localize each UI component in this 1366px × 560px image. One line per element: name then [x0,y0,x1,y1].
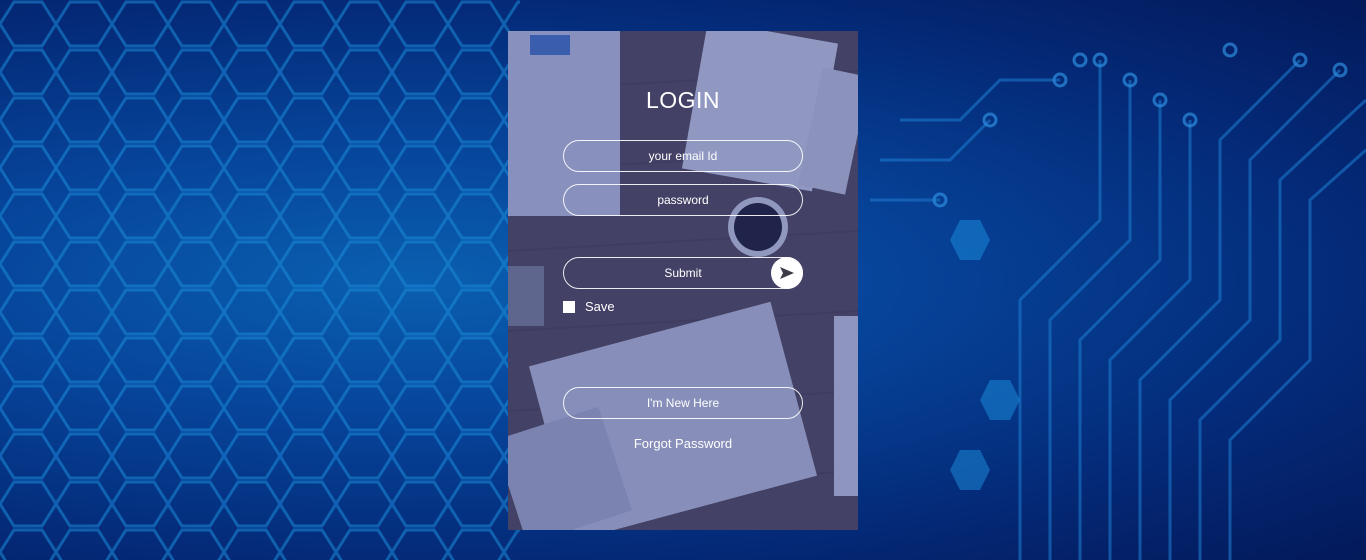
new-here-button[interactable]: I'm New Here [563,387,803,419]
new-here-label: I'm New Here [646,396,720,410]
submit-label: Submit [664,266,702,280]
submit-button[interactable]: Submit [563,257,803,289]
password-input[interactable] [563,184,803,216]
save-option[interactable]: Save [563,299,615,314]
login-card: LOGIN Submit Save I'm New Here Forgot Pa… [508,31,858,530]
login-form: LOGIN Submit Save I'm New Here Forgot Pa… [508,31,858,530]
save-checkbox[interactable] [563,300,575,313]
login-page: LOGIN Submit Save I'm New Here Forgot Pa… [0,0,1366,560]
email-input[interactable] [563,140,803,172]
login-title: LOGIN [645,87,721,113]
send-icon[interactable] [771,257,803,289]
forgot-password-link[interactable]: Forgot Password [508,436,858,451]
save-label: Save [585,299,615,314]
